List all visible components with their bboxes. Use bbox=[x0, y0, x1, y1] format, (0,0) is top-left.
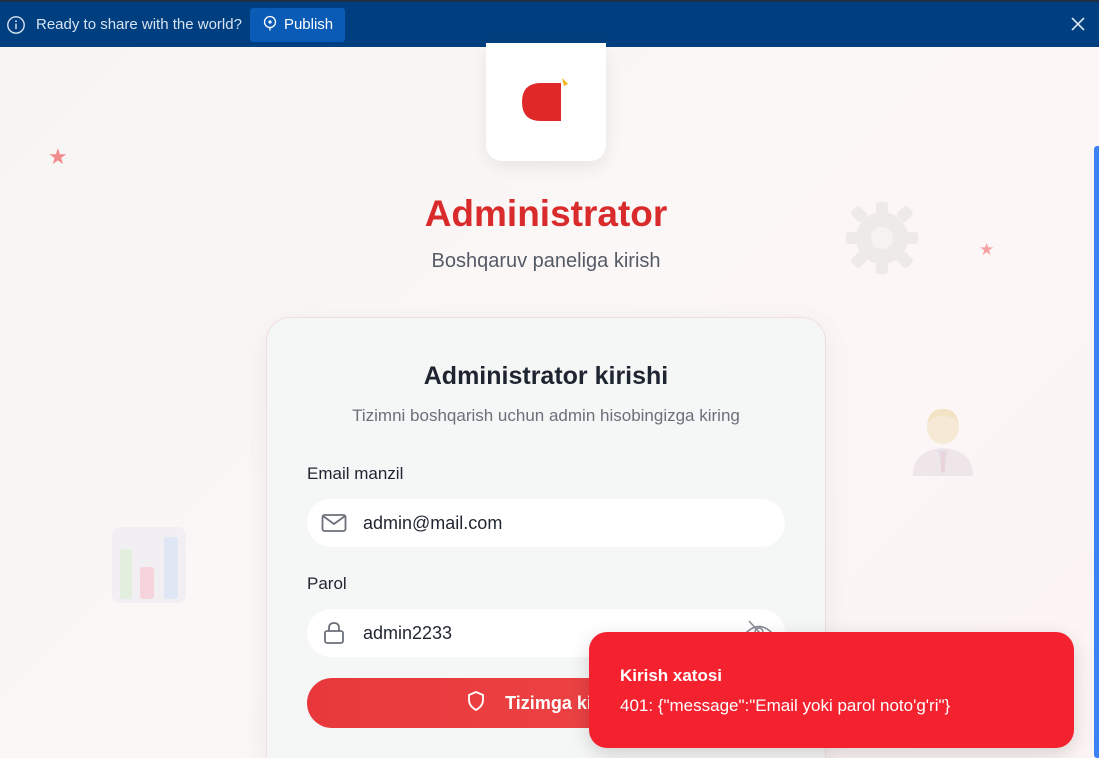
logo-icon bbox=[522, 78, 568, 121]
publish-button[interactable]: Publish bbox=[249, 7, 346, 42]
password-label: Parol bbox=[307, 574, 347, 593]
page-title: Administrator bbox=[424, 193, 668, 234]
shield-icon bbox=[467, 690, 485, 716]
toast-title: Kirish xatosi bbox=[620, 666, 723, 685]
error-toast[interactable]: Kirish xatosi 401: {"message":"Email yok… bbox=[589, 632, 1074, 748]
businessman-icon bbox=[908, 400, 978, 483]
bar-chart-icon bbox=[112, 527, 186, 608]
card-description: Tizimni boshqarish uchun admin hisobingi… bbox=[352, 406, 740, 425]
banner-text: Ready to share with the world? bbox=[36, 16, 242, 33]
mail-icon bbox=[321, 510, 347, 536]
star-icon: ★ bbox=[48, 144, 68, 169]
scrollbar[interactable] bbox=[1094, 146, 1099, 758]
card-title: Administrator kirishi bbox=[423, 362, 669, 390]
info-icon bbox=[6, 15, 26, 35]
lock-icon bbox=[321, 620, 347, 646]
top-banner: Ready to share with the world? Publish bbox=[0, 0, 1099, 47]
password-value: admin2233 bbox=[363, 622, 453, 643]
app-logo bbox=[486, 43, 606, 161]
email-field[interactable]: admin@mail.com bbox=[307, 499, 785, 547]
close-icon[interactable] bbox=[1069, 15, 1087, 33]
publish-label: Publish bbox=[283, 16, 334, 33]
rocket-icon bbox=[262, 15, 278, 35]
page-subtitle: Boshqaruv paneliga kirish bbox=[431, 250, 661, 272]
email-label: Email manzil bbox=[307, 464, 404, 483]
email-value: admin@mail.com bbox=[363, 512, 503, 533]
toast-message: 401: {"message":"Email yoki parol noto'g… bbox=[620, 696, 951, 715]
